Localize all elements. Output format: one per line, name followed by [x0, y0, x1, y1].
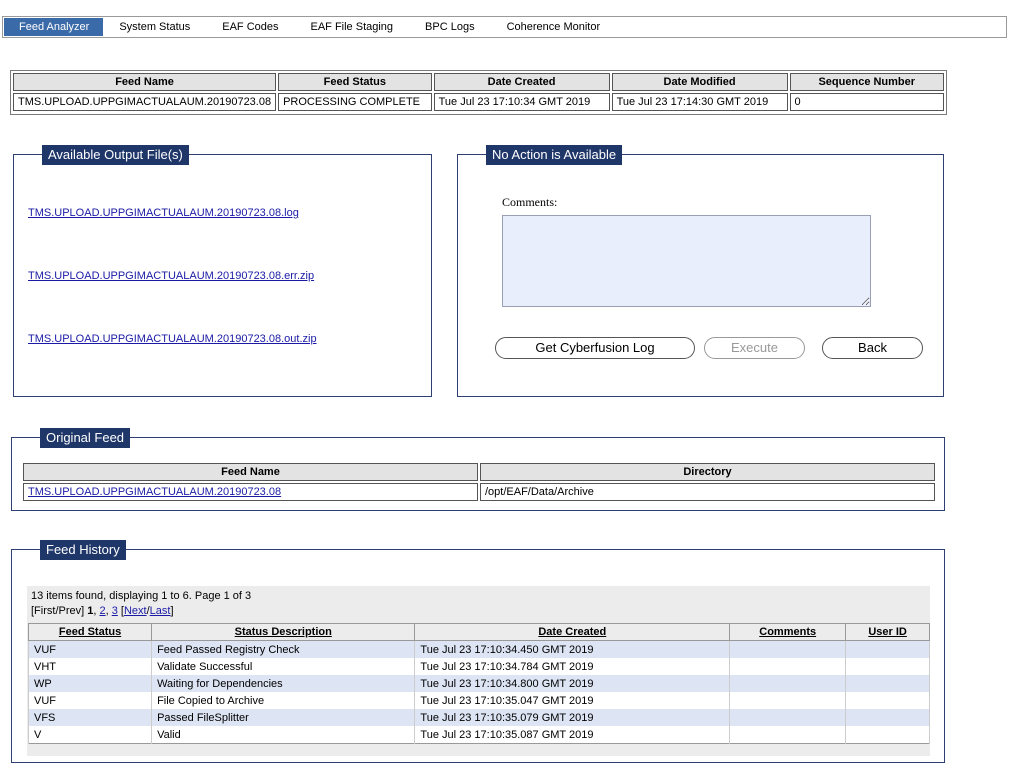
col-feed-status: Feed Status [278, 73, 432, 91]
table-header-row: Feed Status Status Description Date Crea… [27, 623, 930, 641]
history-user-cell [845, 726, 930, 744]
history-status-cell: V [27, 726, 153, 744]
pager-page-3[interactable]: 3 [112, 605, 118, 617]
history-date-cell: Tue Jul 23 17:10:34.784 GMT 2019 [414, 658, 731, 675]
history-status-cell: WP [27, 675, 153, 692]
col-comments[interactable]: Comments [729, 623, 847, 641]
tab-feed-analyzer[interactable]: Feed Analyzer [4, 18, 104, 36]
history-description-cell: Valid [151, 726, 416, 744]
history-description-cell: Feed Passed Registry Check [151, 640, 416, 658]
tab-system-status[interactable]: System Status [103, 17, 206, 37]
back-button[interactable]: Back [822, 337, 923, 359]
feed-summary-box: Feed Name Feed Status Date Created Date … [10, 70, 947, 115]
col-sequence-number: Sequence Number [789, 73, 944, 91]
sequence-number-value: 0 [789, 93, 944, 111]
feed-history-panel: Feed History 13 items found, displaying … [11, 540, 945, 763]
original-feed-legend: Original Feed [40, 428, 131, 448]
history-date-cell: Tue Jul 23 17:10:35.079 GMT 2019 [414, 709, 731, 726]
comments-textarea[interactable] [502, 215, 871, 307]
history-status-cell: VHT [27, 658, 153, 675]
feed-history-legend: Feed History [40, 540, 126, 560]
feed-history-container: 13 items found, displaying 1 to 6. Page … [27, 586, 930, 756]
execute-button[interactable]: Execute [704, 337, 805, 359]
output-files-panel: Available Output File(s) TMS.UPLOAD.UPPG… [13, 145, 432, 397]
output-files-legend: Available Output File(s) [42, 145, 189, 165]
pager-bracket-close: ] [170, 605, 174, 617]
history-date-cell: Tue Jul 23 17:10:34.450 GMT 2019 [414, 640, 731, 658]
history-user-cell [845, 675, 930, 692]
history-status-cell: VFS [27, 709, 153, 726]
history-date-cell: Tue Jul 23 17:10:34.800 GMT 2019 [414, 675, 731, 692]
col-status-description[interactable]: Status Description [151, 623, 416, 641]
output-file-log-link[interactable]: TMS.UPLOAD.UPPGIMACTUALAUM.20190723.08.l… [28, 207, 299, 219]
history-comments-cell [729, 709, 847, 726]
top-nav: Feed Analyzer System Status EAF Codes EA… [2, 16, 1007, 38]
tab-coherence-monitor[interactable]: Coherence Monitor [491, 17, 617, 37]
original-feed-table: Feed Name Directory TMS.UPLOAD.UPPGIMACT… [21, 461, 937, 503]
tab-eaf-file-staging[interactable]: EAF File Staging [295, 17, 410, 37]
pager-next-link[interactable]: Next [124, 605, 147, 617]
tab-eaf-codes[interactable]: EAF Codes [206, 17, 294, 37]
table-row: WP Waiting for Dependencies Tue Jul 23 1… [27, 675, 930, 692]
history-comments-cell [729, 692, 847, 709]
history-count-summary: 13 items found, displaying 1 to 6. Page … [31, 590, 252, 602]
table-row: V Valid Tue Jul 23 17:10:35.087 GMT 2019 [27, 726, 930, 744]
action-panel: No Action is Available Comments: Get Cyb… [457, 145, 944, 397]
table-row: VUF File Copied to Archive Tue Jul 23 17… [27, 692, 930, 709]
col-feed-name: Feed Name [23, 463, 478, 481]
pager-first-prev: [First/Prev] [31, 605, 85, 617]
history-description-cell: File Copied to Archive [151, 692, 416, 709]
output-file-err-link[interactable]: TMS.UPLOAD.UPPGIMACTUALAUM.20190723.08.e… [28, 270, 314, 282]
history-user-cell [845, 640, 930, 658]
history-comments-cell [729, 640, 847, 658]
history-comments-cell [729, 675, 847, 692]
feed-status-value: PROCESSING COMPLETE [278, 93, 432, 111]
date-modified-value: Tue Jul 23 17:14:30 GMT 2019 [611, 93, 788, 111]
table-header-row: Feed Name Feed Status Date Created Date … [13, 73, 944, 91]
col-user-id[interactable]: User ID [845, 623, 930, 641]
get-cyberfusion-log-button[interactable]: Get Cyberfusion Log [495, 337, 695, 359]
col-feed-name: Feed Name [13, 73, 277, 91]
table-header-row: Feed Name Directory [23, 463, 935, 481]
action-legend: No Action is Available [486, 145, 623, 165]
history-user-cell [845, 709, 930, 726]
col-directory: Directory [480, 463, 935, 481]
history-description-cell: Waiting for Dependencies [151, 675, 416, 692]
history-status-cell: VUF [27, 640, 153, 658]
table-row: VUF Feed Passed Registry Check Tue Jul 2… [27, 640, 930, 658]
table-row: VFS Passed FileSplitter Tue Jul 23 17:10… [27, 709, 930, 726]
col-date-created[interactable]: Date Created [414, 623, 731, 641]
col-date-created: Date Created [433, 73, 610, 91]
comments-label: Comments: [502, 195, 558, 209]
tab-bpc-logs[interactable]: BPC Logs [409, 17, 491, 37]
history-comments-cell [729, 726, 847, 744]
history-comments-cell [729, 658, 847, 675]
feed-history-table: Feed Status Status Description Date Crea… [27, 623, 930, 744]
history-user-cell [845, 658, 930, 675]
table-row: TMS.UPLOAD.UPPGIMACTUALAUM.20190723.08 P… [13, 93, 944, 111]
table-row: TMS.UPLOAD.UPPGIMACTUALAUM.20190723.08 /… [23, 483, 935, 501]
history-description-cell: Passed FileSplitter [151, 709, 416, 726]
history-pager: [First/Prev] 1, 2, 3 [Next/Last] [31, 605, 174, 617]
history-user-cell [845, 692, 930, 709]
output-file-out-link[interactable]: TMS.UPLOAD.UPPGIMACTUALAUM.20190723.08.o… [28, 333, 317, 345]
pager-last-link[interactable]: Last [150, 605, 171, 617]
history-date-cell: Tue Jul 23 17:10:35.087 GMT 2019 [414, 726, 731, 744]
original-feed-directory-cell: /opt/EAF/Data/Archive [480, 483, 935, 501]
history-date-cell: Tue Jul 23 17:10:35.047 GMT 2019 [414, 692, 731, 709]
original-feed-panel: Original Feed Feed Name Directory TMS.UP… [11, 428, 945, 511]
col-feed-status[interactable]: Feed Status [27, 623, 153, 641]
date-created-value: Tue Jul 23 17:10:34 GMT 2019 [433, 93, 610, 111]
history-description-cell: Validate Successful [151, 658, 416, 675]
col-date-modified: Date Modified [611, 73, 788, 91]
feed-summary-table: Feed Name Feed Status Date Created Date … [11, 71, 946, 113]
history-status-cell: VUF [27, 692, 153, 709]
original-feed-name-cell: TMS.UPLOAD.UPPGIMACTUALAUM.20190723.08 [23, 483, 478, 501]
table-row: VHT Validate Successful Tue Jul 23 17:10… [27, 658, 930, 675]
feed-name-value: TMS.UPLOAD.UPPGIMACTUALAUM.20190723.08 [13, 93, 277, 111]
original-feed-name-link[interactable]: TMS.UPLOAD.UPPGIMACTUALAUM.20190723.08 [28, 486, 281, 498]
